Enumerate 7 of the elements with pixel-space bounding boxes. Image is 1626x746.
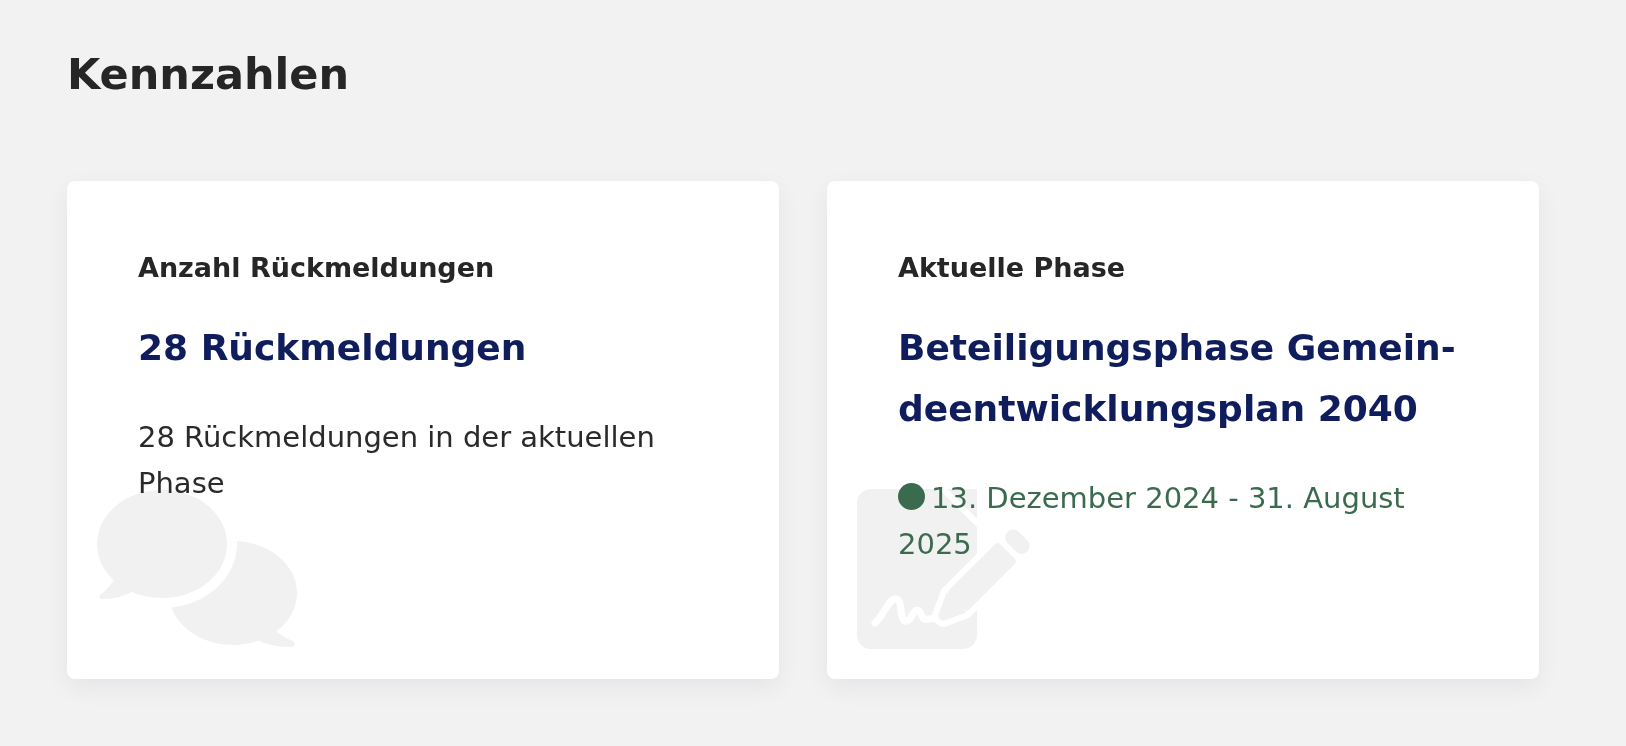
card-description: 28 Rückmeldungen in der aktuellen Phase xyxy=(138,418,656,503)
page-heading: Kennzahlen xyxy=(67,49,350,101)
card-label: Aktuelle Phase xyxy=(898,250,1126,285)
card-label: Anzahl Rückmeldungen xyxy=(138,250,495,285)
phase-period: 13. Dezember 2024 - 31. August 2025 xyxy=(898,481,1405,562)
card-value: Beteiligungsphase Gemein-deentwicklungsplan 2040 xyxy=(898,325,1457,431)
card-value: 28 Rückmeldungen xyxy=(138,325,527,370)
